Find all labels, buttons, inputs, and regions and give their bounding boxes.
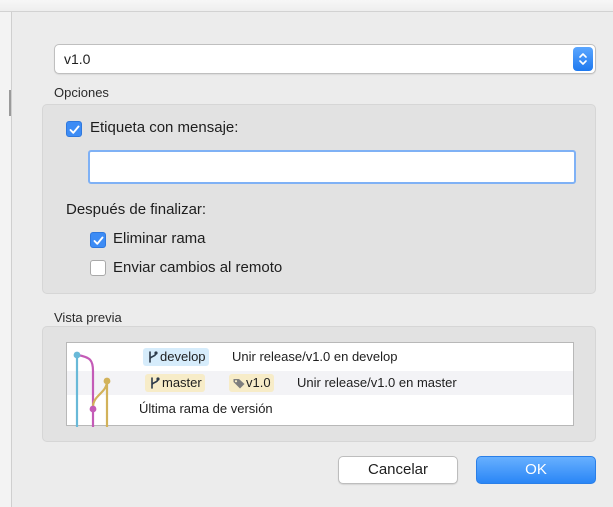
up-down-chevron-icon[interactable]: [573, 47, 593, 71]
commit-graph: [73, 351, 111, 427]
release-select-value: v1.0: [64, 51, 91, 67]
tag-badge: v1.0: [229, 374, 274, 392]
preview-row: develop Unir release/v1.0 en develop: [67, 345, 573, 369]
delete-branch-label: Eliminar rama: [113, 230, 206, 247]
develop-badge: develop: [143, 348, 209, 366]
cancel-button[interactable]: Cancelar: [338, 456, 458, 484]
push-changes-checkbox[interactable]: [90, 260, 106, 276]
tag-icon: [233, 379, 245, 389]
window-top-edge: [0, 0, 613, 12]
preview-list: develop Unir release/v1.0 en develop mas…: [66, 342, 574, 427]
commit-message: Unir release/v1.0 en master: [297, 375, 457, 390]
window-left-edge: [0, 12, 12, 507]
branch-icon: [149, 351, 158, 363]
ok-button[interactable]: OK: [476, 456, 596, 484]
commit-message: Unir release/v1.0 en develop: [232, 349, 398, 364]
tag-badge-label: v1.0: [246, 375, 271, 390]
develop-badge-label: develop: [160, 349, 206, 364]
branch-icon: [151, 377, 160, 389]
graph-node: [103, 377, 111, 385]
commit-message: Última rama de versión: [139, 401, 273, 416]
graph-node: [89, 405, 97, 413]
master-badge: master: [145, 374, 205, 392]
checkmark-icon: [69, 125, 80, 134]
tag-message-input[interactable]: [88, 150, 576, 184]
delete-branch-checkbox[interactable]: [90, 232, 106, 248]
preview-group-label: Vista previa: [54, 310, 122, 325]
master-badge-label: master: [162, 375, 202, 390]
preview-row: Última rama de versión: [67, 397, 573, 421]
options-group-label: Opciones: [54, 85, 109, 100]
tag-with-message-label: Etiqueta con mensaje:: [90, 119, 239, 136]
checkmark-icon: [93, 236, 104, 245]
after-finish-label: Después de finalizar:: [66, 201, 207, 218]
edge-notch: [9, 90, 11, 116]
push-changes-label: Enviar cambios al remoto: [113, 259, 283, 276]
tag-with-message-checkbox[interactable]: [66, 121, 82, 137]
graph-node: [73, 351, 81, 359]
release-select[interactable]: v1.0: [54, 44, 596, 74]
preview-row: master v1.0 Unir release/v1.0 en master: [67, 371, 573, 395]
